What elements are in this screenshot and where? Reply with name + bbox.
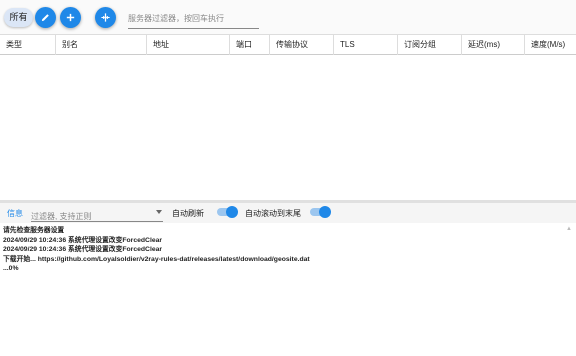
auto-scroll-toggle[interactable] xyxy=(310,206,331,218)
col-speed[interactable]: 速度(M/s) xyxy=(525,35,576,55)
edit-button[interactable] xyxy=(35,7,56,28)
toolbar: 所有 xyxy=(0,0,576,34)
toggle-knob xyxy=(319,206,331,218)
server-filter-input[interactable] xyxy=(128,9,259,28)
add-icon xyxy=(66,13,75,22)
split-icon xyxy=(101,13,110,22)
log-line: 下载开始... https://github.com/Loyalsoldier/… xyxy=(3,255,310,263)
auto-scroll-label: 自动滚动到末尾 xyxy=(245,209,301,218)
auto-refresh-toggle[interactable] xyxy=(217,206,238,218)
grid-header: 类型 别名 地址 端口 传输协议 TLS 订阅分组 延迟(ms) 速度(M/s) xyxy=(0,34,576,55)
col-subscription-group[interactable]: 订阅分组 xyxy=(398,35,462,55)
chevron-down-icon[interactable] xyxy=(156,210,162,214)
log-toolbar: 信息 自动刷新 自动滚动到末尾 xyxy=(0,203,576,224)
col-transport[interactable]: 传输协议 xyxy=(270,35,334,55)
log-line: 2024/09/29 10:24:36 系统代理设置改变ForcedClear xyxy=(3,246,163,253)
filter-all-button[interactable]: 所有 xyxy=(4,8,33,27)
log-output[interactable]: 请先检查服务器设置 2024/09/29 10:24:36 系统代理设置改变Fo… xyxy=(0,223,576,356)
server-filter xyxy=(128,8,259,29)
edit-icon xyxy=(41,14,49,22)
tab-info[interactable]: 信息 xyxy=(7,208,23,219)
col-tls[interactable]: TLS xyxy=(334,35,398,55)
toggle-knob xyxy=(226,206,238,218)
grid-body xyxy=(0,55,576,200)
log-filter xyxy=(31,206,163,224)
col-address[interactable]: 地址 xyxy=(147,35,230,55)
auto-refresh-label: 自动刷新 xyxy=(172,209,204,218)
col-latency[interactable]: 延迟(ms) xyxy=(462,35,525,55)
log-line: ...0% xyxy=(3,265,19,272)
scroll-up-icon[interactable]: ▲ xyxy=(566,226,572,232)
col-alias[interactable]: 别名 xyxy=(56,35,147,55)
server-grid: 类型 别名 地址 端口 传输协议 TLS 订阅分组 延迟(ms) 速度(M/s) xyxy=(0,34,576,200)
log-line: 2024/09/29 10:24:36 系统代理设置改变ForcedClear xyxy=(3,236,163,244)
add-button[interactable] xyxy=(60,7,81,28)
split-button[interactable] xyxy=(95,7,116,28)
col-port[interactable]: 端口 xyxy=(230,35,270,55)
col-type[interactable]: 类型 xyxy=(0,35,56,55)
log-line: 请先检查服务器设置 xyxy=(3,227,65,234)
log-filter-input[interactable] xyxy=(31,209,151,224)
